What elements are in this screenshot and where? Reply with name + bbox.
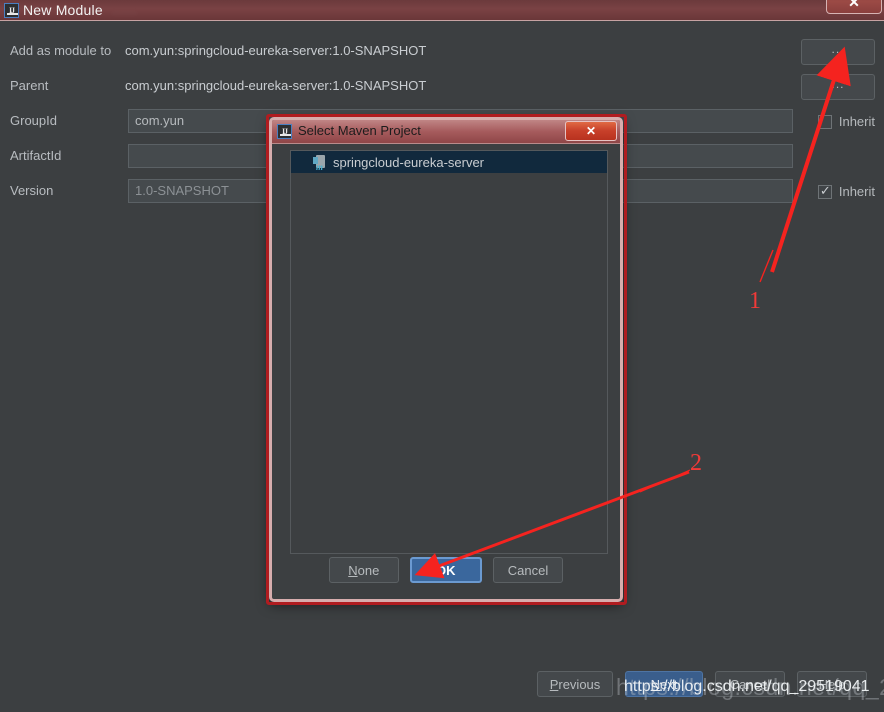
none-button-label: None — [348, 562, 380, 578]
window-title: New Module — [23, 2, 103, 18]
annotation-marker-2: 2 — [690, 450, 702, 476]
annotation-marker-1: 1 — [749, 288, 761, 314]
window-title-ghost-text: ...... — [112, 3, 139, 17]
watermark-url: https://blog.csdn.net/qq_29519041 — [624, 678, 870, 695]
label-parent: Parent — [10, 78, 49, 93]
select-maven-project-dialog: IJ Select Maven Project ✕ m springcloud-… — [269, 117, 623, 602]
browse-add-as-module-to-button[interactable]: ... — [801, 39, 875, 65]
maven-dialog-button-row: None OK Cancel — [272, 557, 620, 583]
maven-dialog-close-button[interactable]: ✕ — [565, 121, 617, 141]
maven-dialog-titlebar: IJ Select Maven Project ✕ — [272, 120, 620, 144]
maven-project-icon: m — [313, 155, 327, 172]
main-window-titlebar: IJ New Module ...... ✕ — [0, 0, 884, 21]
value-parent: com.yun:springcloud-eureka-server:1.0-SN… — [125, 78, 427, 93]
maven-project-list[interactable]: m springcloud-eureka-server — [290, 150, 608, 554]
list-item[interactable]: m springcloud-eureka-server — [291, 151, 607, 173]
label-version: Version — [10, 183, 54, 198]
inherit-groupid-label: Inherit — [838, 114, 875, 129]
previous-button-label: Previous — [549, 676, 601, 692]
maven-dialog-body: m springcloud-eureka-server None OK Canc… — [272, 144, 620, 599]
none-button[interactable]: None — [328, 557, 399, 583]
window-close-button[interactable]: ✕ — [826, 0, 882, 14]
maven-cancel-button[interactable]: Cancel — [492, 557, 564, 583]
label-artifactid: ArtifactId — [10, 148, 62, 163]
list-item-label: springcloud-eureka-server — [333, 154, 485, 170]
inherit-version-checkbox[interactable]: Inherit — [817, 183, 875, 199]
form-row-parent: Parent com.yun:springcloud-eureka-server… — [0, 74, 884, 100]
checkbox-box-groupid[interactable] — [817, 114, 832, 129]
app-root: IJ New Module ...... ✕ Add as module to … — [0, 0, 884, 712]
intellij-logo-icon: IJ — [277, 124, 292, 139]
ok-button[interactable]: OK — [409, 557, 482, 583]
maven-dialog-title: Select Maven Project — [298, 123, 421, 138]
value-add-as-module-to: com.yun:springcloud-eureka-server:1.0-SN… — [125, 43, 427, 58]
browse-parent-button[interactable]: ... — [801, 74, 875, 100]
label-add-as-module-to: Add as module to — [10, 43, 112, 58]
inherit-version-label: Inherit — [838, 184, 875, 199]
checkbox-box-version[interactable] — [817, 183, 832, 199]
label-groupid: GroupId — [10, 113, 57, 128]
inherit-groupid-checkbox[interactable]: Inherit — [817, 114, 875, 129]
previous-button[interactable]: Previous — [537, 671, 613, 697]
intellij-logo-icon: IJ — [4, 3, 19, 18]
form-row-add-as-module-to: Add as module to com.yun:springcloud-eur… — [0, 39, 884, 65]
